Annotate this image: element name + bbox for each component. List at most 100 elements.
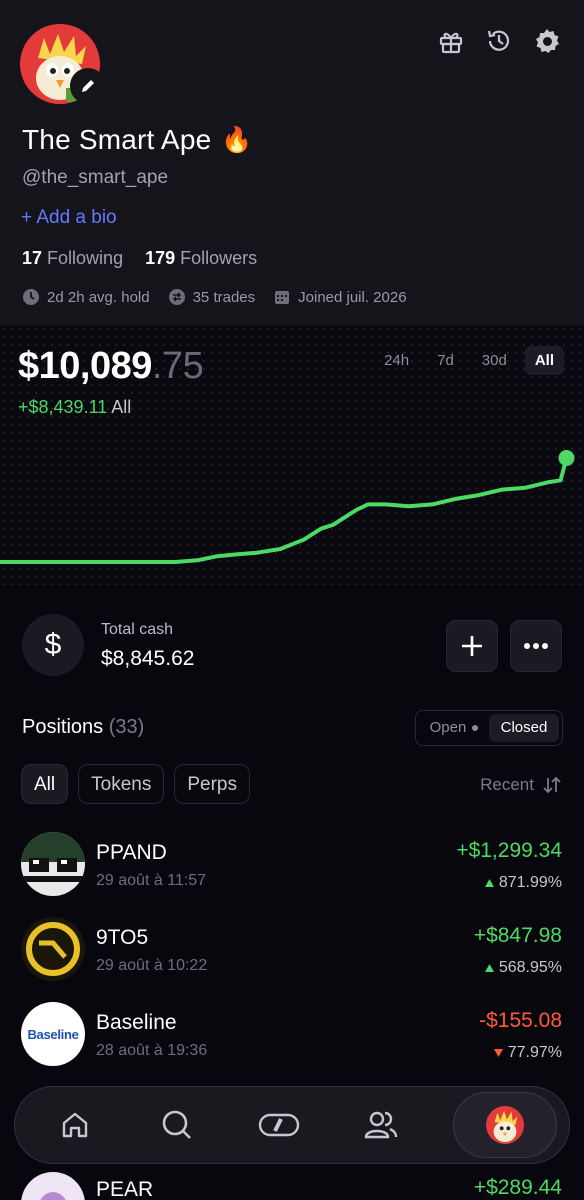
cash-value: $8,845.62 [101,647,195,670]
fire-icon: 🔥 [221,125,253,154]
followers-count: 179 [145,248,176,268]
token-name: 9TO5 [96,926,149,949]
token-date: 28 août à 19:36 [96,1042,208,1059]
following-count: 17 [22,248,43,268]
range-selector: 24h 7d 30d All [374,346,564,375]
gift-icon[interactable] [436,26,466,56]
sort-icon [543,776,561,794]
nav-trade[interactable] [249,1095,309,1155]
people-icon [364,1111,398,1139]
balance-value: $10,089.75 [18,345,204,388]
followers-label: Followers [180,248,258,268]
dollar-icon: $ [22,614,84,676]
followers-link[interactable]: 179 Followers [145,248,257,269]
pnl-endpoint [558,450,575,466]
trades-text: 35 trades [192,288,256,306]
gain-value: +$8,439.11 [18,397,108,417]
nav-profile[interactable] [453,1092,557,1158]
pear-logo [21,1172,85,1200]
profile-name: The Smart Ape [22,124,212,155]
token-name: PPAND [96,841,167,864]
position-row[interactable]: PPAND 29 août à 11:57 +$1,299.34 871.99% [0,832,584,912]
trades-icon [168,289,185,305]
pencil-icon [82,80,94,92]
nav-home[interactable] [45,1095,105,1155]
more-icon [524,643,548,649]
profile-handle: @the_smart_ape [22,167,169,188]
calendar-icon [275,291,290,304]
ppand-logo [21,832,85,896]
history-icon[interactable] [484,26,514,56]
filter-perps[interactable]: Perps [174,764,250,804]
cash-label: Total cash [101,621,174,638]
position-row[interactable]: PEAR +$289.44 [0,1172,584,1200]
balance-whole: $10,089 [18,345,152,387]
sort-control[interactable]: Recent [480,775,562,795]
dot-icon [472,725,479,731]
gain-row: +$8,439.11 All [18,397,131,418]
settings-icon[interactable] [532,26,562,56]
token-date: 29 août à 10:22 [96,957,208,974]
plus-icon [462,636,482,656]
token-pnl: +$1,299.34 [456,839,562,862]
position-row[interactable]: Baseline Baseline 28 août à 19:36 -$155.… [0,1002,584,1082]
nav-search[interactable] [147,1095,207,1155]
edit-avatar-button[interactable] [70,68,106,104]
pnl-chart [0,450,575,564]
triangle-down-icon [493,1049,503,1057]
open-closed-toggle: Open Closed [415,710,563,746]
following-link[interactable]: 17 Following [22,248,123,269]
balance-cents: .75 [151,345,204,387]
position-filters: All Tokens Perps [21,764,250,804]
token-pnl: -$155.08 [479,1009,562,1032]
avg-hold-stat: 2d 2h avg. hold [22,288,150,306]
search-icon [162,1110,191,1139]
following-label: Following [47,248,124,268]
positions-label: Positions [22,716,104,738]
trades-stat: 35 trades [168,288,256,306]
joined-stat: Joined juil. 2026 [273,288,407,306]
add-bio-link[interactable]: + Add a bio [21,207,117,229]
triangle-up-icon [484,879,494,887]
token-pct: 77.97% [493,1044,562,1062]
token-pct: 568.95% [484,959,562,977]
token-date: 29 août à 11:57 [96,872,207,889]
9to5-logo [21,917,85,981]
baseline-logo-text: Baseline [27,1026,79,1042]
triangle-up-icon [484,964,494,972]
range-all[interactable]: All [524,346,564,375]
filter-tokens[interactable]: Tokens [78,764,165,804]
pnl-line [0,456,569,564]
token-pct: 871.99% [484,874,562,892]
toggle-open-label: Open [429,719,467,736]
filter-all[interactable]: All [21,764,69,804]
profile-header: The Smart Ape 🔥 @the_smart_ape + Add a b… [0,0,584,325]
range-24h[interactable]: 24h [374,346,419,375]
token-pct-value: 871.99% [498,874,562,891]
gain-period: All [111,397,132,417]
positions-count: (33) [108,716,145,738]
token-pct-value: 77.97% [507,1044,562,1061]
baseline-logo: Baseline [21,1002,85,1066]
more-button[interactable] [510,620,562,672]
nav-social[interactable] [351,1095,411,1155]
swap-icon [258,1113,300,1137]
position-row[interactable]: 9TO5 29 août à 10:22 +$847.98 568.95% [0,917,584,997]
deposit-button[interactable] [446,620,498,672]
toggle-closed[interactable]: Closed [489,714,559,742]
token-pnl: +$847.98 [473,924,562,947]
home-icon [62,1112,88,1138]
token-pnl: +$289.44 [473,1176,562,1199]
avg-hold-text: 2d 2h avg. hold [47,288,150,306]
token-name: PEAR [96,1178,154,1200]
profile-avatar [486,1106,524,1144]
range-30d[interactable]: 30d [472,346,517,375]
range-7d[interactable]: 7d [427,346,464,375]
bottom-nav [14,1086,570,1164]
token-name: Baseline [96,1011,177,1034]
token-pct-value: 568.95% [498,959,562,976]
clock-icon [23,289,39,305]
positions-title: Positions (33) [22,716,144,739]
toggle-open[interactable]: Open [419,714,489,742]
sort-label: Recent [480,775,534,794]
